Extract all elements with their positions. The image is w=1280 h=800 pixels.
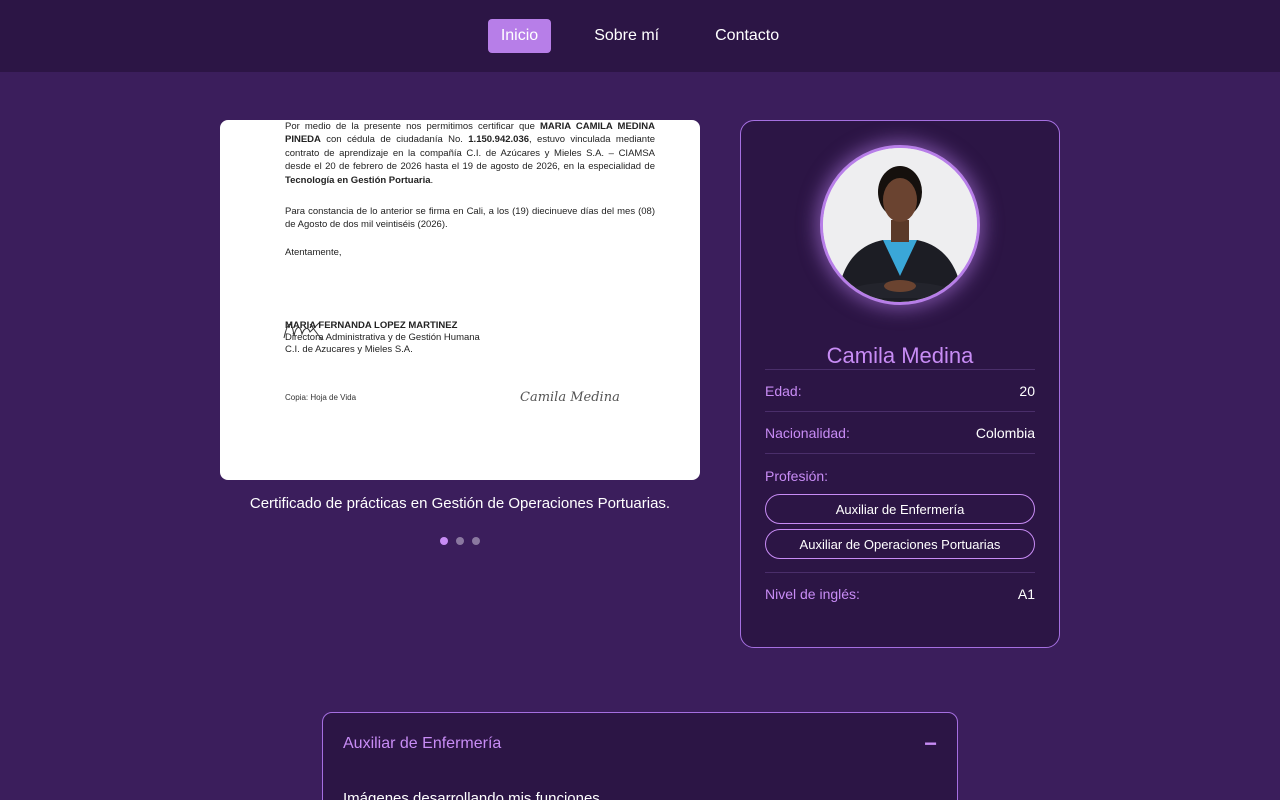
nationality-label: Nacionalidad:	[765, 424, 850, 441]
accordion-body: Imágenes desarrollando mis funciones	[343, 790, 600, 800]
nav-contacto[interactable]: Contacto	[702, 19, 792, 53]
english-label: Nivel de inglés:	[765, 585, 860, 602]
english-value: A1	[1017, 585, 1035, 602]
certificate-carousel: Por medio de la presente nos permitimos …	[220, 120, 700, 545]
nationality-value: Colombia	[975, 424, 1035, 441]
age-value: 20	[1019, 382, 1035, 399]
avatar	[820, 145, 980, 305]
age-label: Edad:	[765, 382, 802, 399]
certificate-paragraph-1: Por medio de la presente nos permitimos …	[285, 121, 655, 186]
top-navigation: Inicio Sobre mí Contacto	[0, 0, 1280, 72]
accordion-nursing: Auxiliar de Enfermería − Imágenes desarr…	[322, 712, 958, 800]
collapse-icon[interactable]: −	[924, 731, 937, 757]
carousel-dot-1[interactable]	[440, 537, 448, 545]
nav-sobre-mi[interactable]: Sobre mí	[581, 19, 672, 53]
certificate-paragraph-2: Para constancia de lo anterior se firma …	[285, 206, 655, 231]
carousel-indicators	[220, 537, 700, 545]
carousel-caption: Certificado de prácticas en Gestión de O…	[249, 495, 671, 512]
signer-role: Directora Administrativa y de Gestión Hu…	[285, 332, 480, 343]
signer-company: C.I. de Azucares y Mieles S.A.	[285, 344, 413, 355]
accordion-title: Auxiliar de Enfermería	[343, 735, 502, 752]
nav-inicio[interactable]: Inicio	[487, 19, 552, 53]
carousel-slide[interactable]: Por medio de la presente nos permitimos …	[220, 120, 700, 480]
info-row-age: Edad: 20	[765, 369, 1035, 411]
carousel-dot-3[interactable]	[472, 537, 480, 545]
profile-card: Camila Medina Edad: 20 Nacionalidad: Col…	[740, 120, 1060, 648]
carousel-dot-2[interactable]	[456, 537, 464, 545]
certificate-closing: Atentamente,	[285, 246, 342, 258]
profession-label: Profesión:	[765, 468, 829, 484]
handwritten-signature: Camila Medina	[520, 390, 620, 405]
copy-note: Copia: Hoja de Vida	[285, 393, 357, 402]
info-row-english: Nivel de inglés: A1	[765, 572, 1035, 614]
accordion-header[interactable]: Auxiliar de Enfermería −	[323, 713, 957, 775]
info-row-nationality: Nacionalidad: Colombia	[765, 411, 1035, 453]
profile-name: Camila Medina	[826, 343, 974, 368]
profession-tag-nursing[interactable]: Auxiliar de Enfermería	[765, 494, 1035, 524]
profile-photo	[823, 148, 977, 302]
info-row-profession: Profesión: Auxiliar de Enfermería Auxili…	[765, 453, 1035, 559]
signer-name: MARIA FERNANDA LOPEZ MARTINEZ	[285, 320, 458, 331]
profession-tag-port-operations[interactable]: Auxiliar de Operaciones Portuarias	[765, 529, 1035, 559]
signer-block: MARIA FERNANDA LOPEZ MARTINEZ Directora …	[285, 320, 645, 356]
certificate-document: Por medio de la presente nos permitimos …	[285, 120, 655, 273]
